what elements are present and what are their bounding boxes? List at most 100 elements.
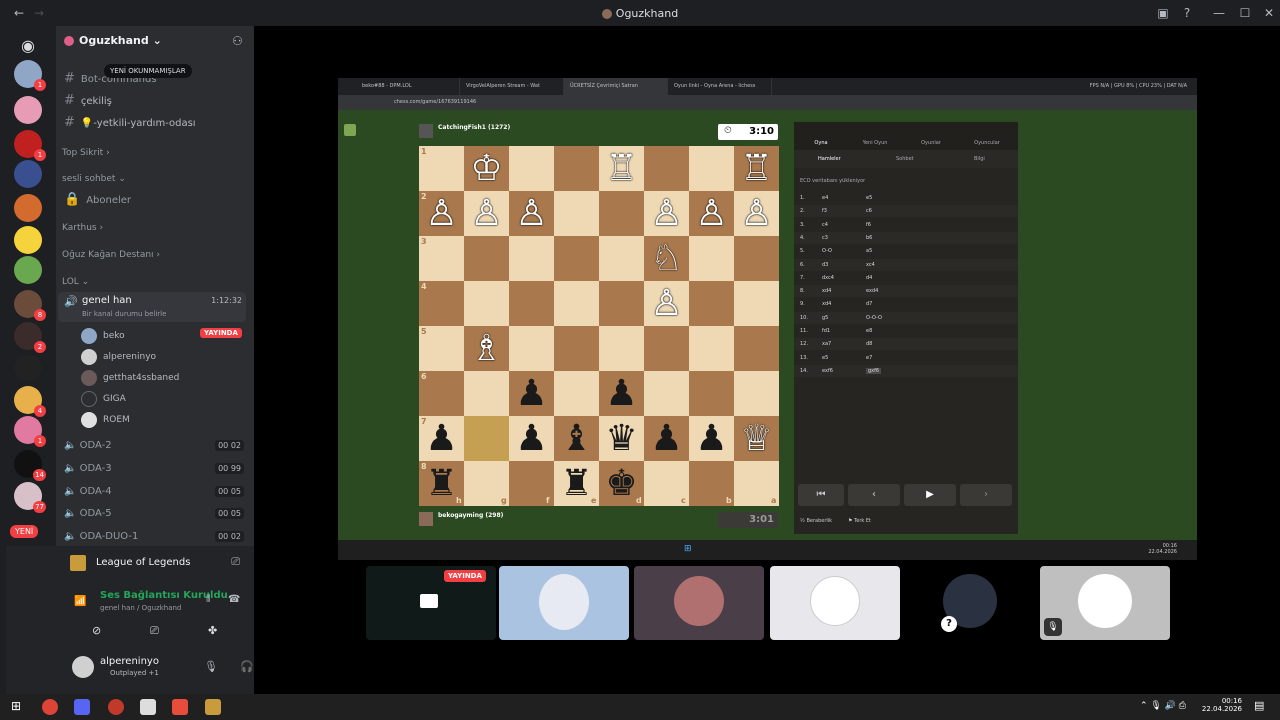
black-piece[interactable]: ♚ <box>599 461 644 506</box>
move-san[interactable]: d7 <box>866 301 872 307</box>
board-square[interactable] <box>464 236 509 281</box>
move-san[interactable]: e5 <box>866 195 872 201</box>
play-button[interactable]: ▶ <box>904 484 956 506</box>
chess-logo-icon[interactable] <box>344 124 356 136</box>
board-square[interactable] <box>509 326 554 371</box>
stream-icon[interactable]: ⎚ <box>231 555 240 569</box>
resign-button[interactable]: ⚑ Terk Et <box>848 518 871 524</box>
move-san[interactable]: xc4 <box>866 262 875 268</box>
move-san[interactable]: c6 <box>866 208 872 214</box>
voice-channel[interactable]: 🔈 ODA-2 00 02 <box>64 440 244 451</box>
move-san[interactable]: gxf6 <box>866 367 882 374</box>
board-square[interactable] <box>464 371 509 416</box>
board-square[interactable] <box>689 236 734 281</box>
voice-user[interactable]: ROEM <box>81 412 130 428</box>
connection-channel[interactable]: genel han / Oguzkhand <box>100 604 181 612</box>
voice-user[interactable]: GIGA <box>81 391 126 407</box>
move-san[interactable]: c4 <box>822 222 828 228</box>
server-icon[interactable] <box>14 256 42 284</box>
move-san[interactable]: dxc4 <box>822 275 834 281</box>
server-icon[interactable]: 1 <box>14 130 46 161</box>
board-square[interactable] <box>734 236 779 281</box>
move-san[interactable]: fd1 <box>822 328 830 334</box>
inbox-icon[interactable]: ▣ <box>1154 4 1172 22</box>
tab-oyna[interactable]: Oyna <box>806 140 836 146</box>
tab-hamleler[interactable]: Hamleler <box>818 156 841 162</box>
board-square[interactable] <box>599 281 644 326</box>
white-piece[interactable]: ♙ <box>464 191 509 236</box>
next-move-button[interactable]: › <box>960 484 1012 506</box>
league-icon[interactable] <box>205 699 221 715</box>
board-square[interactable] <box>644 326 689 371</box>
tab-sohbet[interactable]: Sohbet <box>896 156 914 162</box>
board-square[interactable] <box>554 236 599 281</box>
move-san[interactable]: exf6 <box>822 368 833 374</box>
server-icon[interactable]: 1 <box>14 416 46 447</box>
move-san[interactable]: e4 <box>822 195 828 201</box>
help-icon[interactable]: ? <box>1178 4 1196 22</box>
white-piece[interactable]: ♙ <box>734 191 779 236</box>
board-square[interactable] <box>554 371 599 416</box>
move-san[interactable]: g5 <box>822 315 828 321</box>
app-icon[interactable] <box>172 699 188 715</box>
board-square[interactable] <box>644 146 689 191</box>
first-move-button[interactable]: ⏮ <box>798 484 844 506</box>
move-san[interactable]: e5 <box>822 355 828 361</box>
participant-tile[interactable] <box>634 566 764 640</box>
category-lol[interactable]: LOL ⌄ <box>62 277 89 287</box>
category-karthus[interactable]: Karthus › <box>62 223 103 233</box>
channel-aboneler[interactable]: 🔒 Aboneler <box>64 192 131 207</box>
move-san[interactable]: f3 <box>822 208 827 214</box>
server-icon[interactable] <box>14 194 42 222</box>
board-square[interactable] <box>509 236 554 281</box>
mic-icon[interactable]: 🎙 <box>204 660 218 673</box>
move-san[interactable]: exd4 <box>866 288 878 294</box>
chess-board[interactable]: 1 2 3 4 5 6 7 8 h g f e d c b a ♔ ♖ ♖ ♙ ♙ ♙ ♙ ♙ ♙ ♘ ♙ ♗ ♟ ♟ ♟ ♟ ♝ ♛ ♟ ♟ ♕ ♜ ♜ ♚ <box>419 146 779 506</box>
minimize-icon[interactable]: — <box>1210 4 1228 22</box>
board-square[interactable] <box>734 326 779 371</box>
black-piece[interactable]: ♟ <box>419 416 464 461</box>
move-san[interactable]: f6 <box>866 222 871 228</box>
tab-oyuncular[interactable]: Oyuncular <box>972 140 1002 146</box>
board-square[interactable] <box>689 371 734 416</box>
participant-tile[interactable] <box>499 566 629 640</box>
board-square[interactable] <box>554 146 599 191</box>
activity-panel[interactable]: League of Legends ⎚ <box>6 546 254 580</box>
voice-channel[interactable]: 🔈 ODA-3 00 99 <box>64 463 244 474</box>
black-piece[interactable]: ♟ <box>599 371 644 416</box>
move-san[interactable]: O-O <box>822 248 832 254</box>
draw-button[interactable]: ½ Beraberlik <box>800 518 832 524</box>
white-piece[interactable]: ♙ <box>419 191 464 236</box>
board-square[interactable] <box>554 326 599 371</box>
black-piece[interactable]: ♟ <box>689 416 734 461</box>
close-icon[interactable]: ✕ <box>1260 4 1278 22</box>
maximize-icon[interactable]: ☐ <box>1236 4 1254 22</box>
move-san[interactable]: xd4 <box>822 288 831 294</box>
voice-channel[interactable]: 🔈 ODA-5 00 05 <box>64 508 244 519</box>
server-icon[interactable]: 77 <box>14 482 46 513</box>
chrome-icon[interactable] <box>42 699 58 715</box>
board-square[interactable] <box>554 281 599 326</box>
discord-home-icon[interactable]: ◉ <box>14 32 42 60</box>
channel-yardim[interactable]: # 💡-yetkili-yardım-odası <box>64 115 196 130</box>
new-unreads-tooltip[interactable]: YENİ OKUNMAMIŞLAR <box>104 64 192 78</box>
disconnect-icon[interactable]: ☎ <box>228 594 240 605</box>
white-piece[interactable]: ♘ <box>644 236 689 281</box>
black-piece[interactable]: ♛ <box>599 416 644 461</box>
server-icon[interactable] <box>14 226 42 254</box>
board-square[interactable] <box>689 281 734 326</box>
move-san[interactable]: d3 <box>822 262 828 268</box>
channel-cekilis[interactable]: # çekiliş <box>64 93 112 108</box>
activities-icon[interactable]: ✤ <box>208 624 217 637</box>
server-icon[interactable]: 1 <box>14 60 46 91</box>
invite-icon[interactable]: ⚇ <box>232 34 243 48</box>
black-piece[interactable]: ♟ <box>509 371 554 416</box>
board-square[interactable] <box>509 281 554 326</box>
server-icon[interactable] <box>14 354 42 382</box>
camera-off-icon[interactable]: ⊘ <box>92 624 101 637</box>
white-piece[interactable]: ♖ <box>734 146 779 191</box>
move-san[interactable]: e8 <box>866 328 872 334</box>
server-icon[interactable]: 4 <box>14 386 46 417</box>
board-square[interactable] <box>734 371 779 416</box>
app-icon[interactable] <box>108 699 124 715</box>
